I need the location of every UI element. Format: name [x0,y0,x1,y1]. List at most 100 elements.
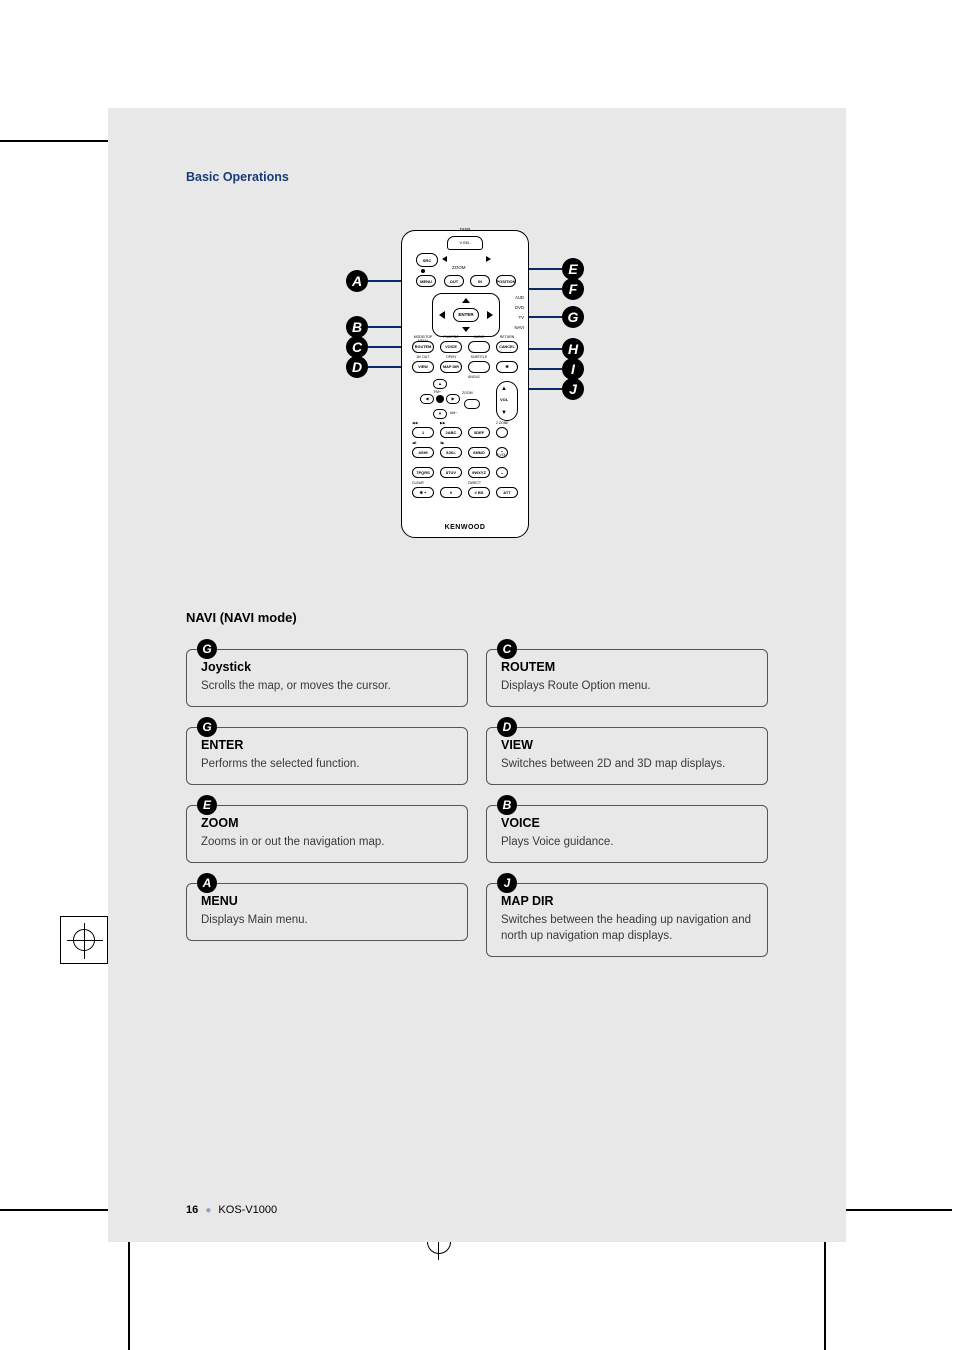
box-title: ROUTEM [501,660,753,674]
box-view: D VIEW Switches between 2D and 3D map di… [486,727,768,785]
callout-H: H [562,338,584,360]
callout-C: C [346,336,368,358]
right-arrow-icon [487,311,493,319]
rew-icon: ◀◀ [412,421,417,425]
zoom2-label: ZOOM [462,391,473,395]
button-row-2: AV OUT OPEN SUBTITLE VIEW MAP DIR ✱ [402,361,528,377]
box-title: ZOOM [201,816,453,830]
box-tag: A [197,873,217,893]
row1-label-2: FNC/PBC [440,335,462,339]
box-voice: B VOICE Plays Voice guidance. [486,805,768,863]
box-desc: Performs the selected function. [201,756,453,772]
left-column: G Joystick Scrolls the map, or moves the… [186,649,468,957]
tv-label: TV [519,315,524,320]
next-icon [486,256,491,262]
box-mapdir: J MAP DIR Switches between the heading u… [486,883,768,957]
box-desc: Scrolls the map, or moves the cursor. [201,678,453,694]
view-button: VIEW [412,361,434,373]
box-desc: Switches between 2D and 3D map displays. [501,756,753,772]
dpad-left: ◀ [420,394,434,404]
box-joystick: G Joystick Scrolls the map, or moves the… [186,649,468,707]
zone-label: 2 ZONE [496,421,509,425]
box-title: ENTER [201,738,453,752]
voice-button: VOICE [440,341,462,353]
box-title: VOICE [501,816,753,830]
remote-control: DISP V.SEL SRC ZOOM MENU OUT IN POSITION… [401,230,529,538]
step-ff-icon: Ⅱ▶ [440,441,444,445]
box-tag: G [197,639,217,659]
row1-label-4: RETURN [496,335,518,339]
num-7: 7PQRS [412,467,434,478]
callout-E: E [562,258,584,280]
page-number: 16 [186,1204,198,1216]
box-tag: E [197,795,217,815]
indicator-dot [421,269,425,273]
box-desc: Displays Route Option menu. [501,678,753,694]
num-2: 2ABC [440,427,462,438]
blank-button [468,341,490,353]
box-tag: J [497,873,517,893]
num-hash: # BS [468,487,490,498]
row2-label-3: SUBTITLE [468,355,490,359]
section-title: Basic Operations [186,170,768,184]
row1-label-3: AUDIO [468,335,490,339]
routem-button: ROUTEM [412,341,434,353]
num-3: 3DEF [468,427,490,438]
num-4: 4GHI [412,447,434,458]
dpad-up: ▲ [433,379,447,389]
cancel-button: CANCEL [496,341,518,353]
page: Basic Operations A B C D E F G H I J DIS… [108,108,846,1242]
zoom-label: ZOOM [452,265,466,270]
box-tag: G [197,717,217,737]
dpad-center [436,395,444,403]
position-button: POSITION [496,275,516,287]
menu-button: MENU [416,275,436,287]
page-footer: 16 ● KOS-V1000 [186,1204,277,1216]
num-5: 5JKL [440,447,462,458]
mapdir-button: MAP DIR [440,361,462,373]
callout-B: B [346,316,368,338]
mode-title: NAVI (NAVI mode) [186,610,768,625]
box-title: Joystick [201,660,453,674]
model-label: KOS-V1000 [218,1204,277,1216]
angle-label: ANGLE [468,375,480,379]
row2-label-2: OPEN [440,355,462,359]
rvol-up: ⌃ [496,447,508,458]
in-button: IN [470,275,490,287]
row2-label-1: AV OUT [412,355,434,359]
ff-icon: ▶▶ [440,421,445,425]
brand-label: KENWOOD [402,524,528,531]
num-1: 1 [412,427,434,438]
fm-label: FM+ [434,390,441,394]
num-0: 0 [440,487,462,498]
zone-button [496,427,508,438]
registration-box [60,916,108,964]
direct-label: DIRECT [468,481,481,485]
up-arrow-icon [462,298,470,303]
remote-diagram: A B C D E F G H I J DISP V.SEL SRC ZOOM … [186,230,768,570]
callout-I: I [562,358,584,380]
volume-rocker: ▲ VOL ▼ [496,381,518,421]
box-zoom: E ZOOM Zooms in or out the navigation ma… [186,805,468,863]
box-tag: D [497,717,517,737]
num-star: ✱ + [412,487,434,498]
zoom2-button [464,399,480,409]
separator-dot: ● [201,1205,215,1216]
callout-A: A [346,270,368,292]
blank-button [468,361,490,373]
box-title: MENU [201,894,453,908]
callout-G: G [562,306,584,328]
box-desc: Plays Voice guidance. [501,834,753,850]
num-8: 8TUV [440,467,462,478]
aud-label: AUD [515,295,524,300]
left-arrow-icon [439,311,445,319]
box-title: VIEW [501,738,753,752]
att-button: ATT [496,487,518,498]
description-boxes: G Joystick Scrolls the map, or moves the… [186,649,768,957]
num-6: 6MNO [468,447,490,458]
box-menu: A MENU Displays Main menu. [186,883,468,941]
dpad: ▲ ▼ ◀ ▶ FM+ AM− [420,379,460,419]
callout-D: D [346,356,368,378]
src-button: SRC [416,253,438,267]
disp-label: DISP [460,227,471,232]
